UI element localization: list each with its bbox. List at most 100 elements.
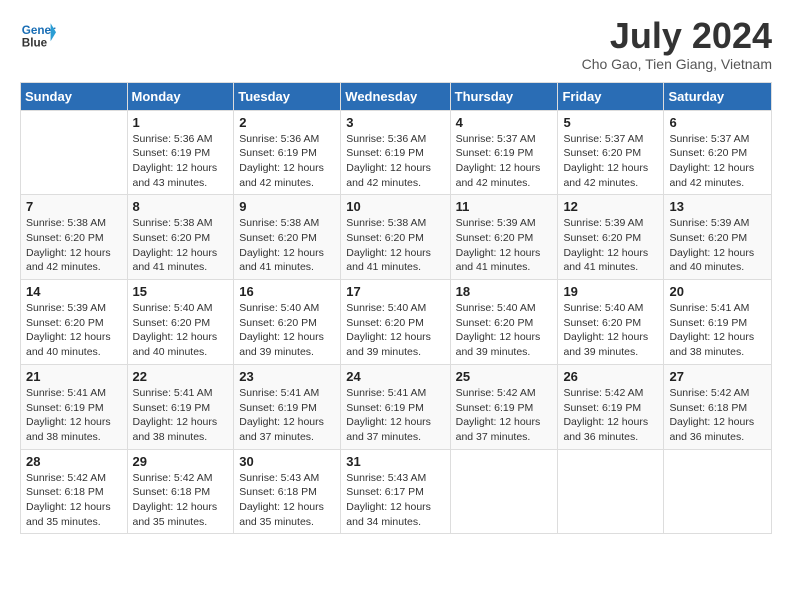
svg-text:Blue: Blue — [22, 37, 48, 50]
weekday-header-thursday: Thursday — [450, 82, 558, 110]
day-number: 15 — [133, 284, 229, 299]
day-info: Sunrise: 5:40 AM Sunset: 6:20 PM Dayligh… — [563, 301, 658, 360]
day-number: 30 — [239, 454, 335, 469]
calendar-cell: 15Sunrise: 5:40 AM Sunset: 6:20 PM Dayli… — [127, 280, 234, 365]
day-info: Sunrise: 5:43 AM Sunset: 6:17 PM Dayligh… — [346, 471, 444, 530]
day-number: 25 — [456, 369, 553, 384]
day-info: Sunrise: 5:36 AM Sunset: 6:19 PM Dayligh… — [346, 132, 444, 191]
calendar-cell: 16 Sunrise: 5:40 AM Sunset: 6:20 PM Dayli… — [234, 280, 341, 365]
day-info: Sunrise: 5:41 AM Sunset: 6:19 PM Dayligh… — [239, 386, 335, 445]
day-number: 6 — [669, 115, 766, 130]
calendar-cell: 2 Sunrise: 5:36 AM Sunset: 6:19 PM Daylig… — [234, 110, 341, 195]
calendar-cell: 23 Sunrise: 5:41 AM Sunset: 6:19 PM Dayli… — [234, 364, 341, 449]
calendar-cell: 17 Sunrise: 5:40 AM Sunset: 6:20 PM Dayli… — [341, 280, 450, 365]
day-info: Sunrise: 5:36 AM Sunset: 6:19 PM Dayligh… — [239, 132, 335, 191]
location: Cho Gao, Tien Giang, Vietnam — [582, 56, 772, 72]
day-info: Sunrise: 5:41 AM Sunset: 6:19 PM Dayligh… — [346, 386, 444, 445]
calendar-cell — [558, 449, 664, 534]
day-info: Sunrise: 5:41 AM Sunset: 6:19 PM Dayligh… — [669, 301, 766, 360]
calendar-cell — [450, 449, 558, 534]
day-info: Sunrise: 5:42 AM Sunset: 6:19 PM Dayligh… — [456, 386, 553, 445]
day-info: Sunrise: 5:42 AM Sunset: 6:18 PM Dayligh… — [133, 471, 229, 530]
day-number: 28 — [26, 454, 122, 469]
day-info: Sunrise: 5:41 AM Sunset: 6:19 PM Dayligh… — [133, 386, 229, 445]
day-info: Sunrise: 5:40 AM Sunset: 6:20 PM Dayligh… — [346, 301, 444, 360]
calendar-cell: 5Sunrise: 5:37 AM Sunset: 6:20 PM Daylig… — [558, 110, 664, 195]
day-number: 24 — [346, 369, 444, 384]
logo: General Blue — [20, 16, 60, 52]
calendar-cell — [21, 110, 128, 195]
day-number: 16 — [239, 284, 335, 299]
day-info: Sunrise: 5:38 AM Sunset: 6:20 PM Dayligh… — [133, 216, 229, 275]
day-number: 12 — [563, 199, 658, 214]
day-number: 14 — [26, 284, 122, 299]
calendar-cell: 6 Sunrise: 5:37 AM Sunset: 6:20 PM Daylig… — [664, 110, 772, 195]
day-number: 20 — [669, 284, 766, 299]
calendar-week-row: 7 Sunrise: 5:38 AM Sunset: 6:20 PM Daylig… — [21, 195, 772, 280]
day-number: 18 — [456, 284, 553, 299]
calendar-cell: 9Sunrise: 5:38 AM Sunset: 6:20 PM Daylig… — [234, 195, 341, 280]
day-info: Sunrise: 5:40 AM Sunset: 6:20 PM Dayligh… — [239, 301, 335, 360]
calendar-cell: 26 Sunrise: 5:42 AM Sunset: 6:19 PM Dayli… — [558, 364, 664, 449]
calendar-cell: 7Sunrise: 5:38 AM Sunset: 6:20 PM Daylig… — [21, 195, 128, 280]
calendar-cell: 27 Sunrise: 5:42 AM Sunset: 6:18 PM Dayli… — [664, 364, 772, 449]
day-number: 27 — [669, 369, 766, 384]
calendar-cell: 22 Sunrise: 5:41 AM Sunset: 6:19 PM Dayli… — [127, 364, 234, 449]
day-number: 31 — [346, 454, 444, 469]
calendar-cell: 1 Sunrise: 5:36 AM Sunset: 6:19 PM Daylig… — [127, 110, 234, 195]
calendar-week-row: 1 Sunrise: 5:36 AM Sunset: 6:19 PM Daylig… — [21, 110, 772, 195]
day-number: 26 — [563, 369, 658, 384]
day-number: 23 — [239, 369, 335, 384]
weekday-header-monday: Monday — [127, 82, 234, 110]
day-info: Sunrise: 5:38 AM Sunset: 6:20 PM Dayligh… — [239, 216, 335, 275]
day-number: 3 — [346, 115, 444, 130]
weekday-header-sunday: Sunday — [21, 82, 128, 110]
day-info: Sunrise: 5:39 AM Sunset: 6:20 PM Dayligh… — [669, 216, 766, 275]
weekday-header-row: SundayMondayTuesdayWednesdayThursdayFrid… — [21, 82, 772, 110]
title-block: July 2024 Cho Gao, Tien Giang, Vietnam — [582, 16, 772, 72]
day-number: 29 — [133, 454, 229, 469]
calendar-cell: 11Sunrise: 5:39 AM Sunset: 6:20 PM Dayli… — [450, 195, 558, 280]
weekday-header-saturday: Saturday — [664, 82, 772, 110]
calendar-cell: 3 Sunrise: 5:36 AM Sunset: 6:19 PM Daylig… — [341, 110, 450, 195]
calendar-week-row: 21 Sunrise: 5:41 AM Sunset: 6:19 PM Dayli… — [21, 364, 772, 449]
day-info: Sunrise: 5:38 AM Sunset: 6:20 PM Dayligh… — [346, 216, 444, 275]
day-info: Sunrise: 5:36 AM Sunset: 6:19 PM Dayligh… — [133, 132, 229, 191]
calendar-table: SundayMondayTuesdayWednesdayThursdayFrid… — [20, 82, 772, 535]
day-number: 7 — [26, 199, 122, 214]
calendar-cell: 19Sunrise: 5:40 AM Sunset: 6:20 PM Dayli… — [558, 280, 664, 365]
day-info: Sunrise: 5:42 AM Sunset: 6:19 PM Dayligh… — [563, 386, 658, 445]
weekday-header-tuesday: Tuesday — [234, 82, 341, 110]
calendar-cell: 8 Sunrise: 5:38 AM Sunset: 6:20 PM Daylig… — [127, 195, 234, 280]
day-number: 10 — [346, 199, 444, 214]
day-info: Sunrise: 5:42 AM Sunset: 6:18 PM Dayligh… — [669, 386, 766, 445]
day-number: 21 — [26, 369, 122, 384]
calendar-cell: 12 Sunrise: 5:39 AM Sunset: 6:20 PM Dayli… — [558, 195, 664, 280]
day-info: Sunrise: 5:37 AM Sunset: 6:20 PM Dayligh… — [669, 132, 766, 191]
calendar-cell: 30 Sunrise: 5:43 AM Sunset: 6:18 PM Dayli… — [234, 449, 341, 534]
calendar-cell: 31 Sunrise: 5:43 AM Sunset: 6:17 PM Dayli… — [341, 449, 450, 534]
day-info: Sunrise: 5:37 AM Sunset: 6:19 PM Dayligh… — [456, 132, 553, 191]
calendar-cell: 29 Sunrise: 5:42 AM Sunset: 6:18 PM Dayli… — [127, 449, 234, 534]
day-number: 22 — [133, 369, 229, 384]
calendar-cell: 25 Sunrise: 5:42 AM Sunset: 6:19 PM Dayli… — [450, 364, 558, 449]
weekday-header-wednesday: Wednesday — [341, 82, 450, 110]
month-title: July 2024 — [582, 16, 772, 56]
weekday-header-friday: Friday — [558, 82, 664, 110]
calendar-week-row: 28 Sunrise: 5:42 AM Sunset: 6:18 PM Dayli… — [21, 449, 772, 534]
calendar-cell: 18 Sunrise: 5:40 AM Sunset: 6:20 PM Dayli… — [450, 280, 558, 365]
page-header: General Blue July 2024 Cho Gao, Tien Gia… — [20, 16, 772, 72]
calendar-week-row: 14Sunrise: 5:39 AM Sunset: 6:20 PM Dayli… — [21, 280, 772, 365]
day-info: Sunrise: 5:39 AM Sunset: 6:20 PM Dayligh… — [563, 216, 658, 275]
day-number: 2 — [239, 115, 335, 130]
day-number: 13 — [669, 199, 766, 214]
calendar-cell: 14Sunrise: 5:39 AM Sunset: 6:20 PM Dayli… — [21, 280, 128, 365]
day-number: 8 — [133, 199, 229, 214]
day-info: Sunrise: 5:41 AM Sunset: 6:19 PM Dayligh… — [26, 386, 122, 445]
day-info: Sunrise: 5:40 AM Sunset: 6:20 PM Dayligh… — [456, 301, 553, 360]
day-number: 1 — [133, 115, 229, 130]
day-number: 17 — [346, 284, 444, 299]
calendar-cell: 4Sunrise: 5:37 AM Sunset: 6:19 PM Daylig… — [450, 110, 558, 195]
day-info: Sunrise: 5:43 AM Sunset: 6:18 PM Dayligh… — [239, 471, 335, 530]
calendar-cell: 20 Sunrise: 5:41 AM Sunset: 6:19 PM Dayli… — [664, 280, 772, 365]
